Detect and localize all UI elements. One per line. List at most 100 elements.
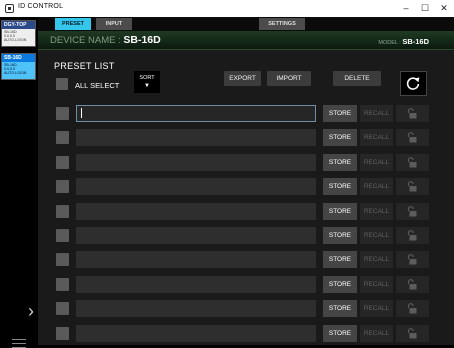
tab-settings[interactable]: SETTINGS [259, 18, 305, 30]
text-caret [81, 108, 82, 119]
model-value: SB-16D [402, 37, 429, 46]
device-card-sb-16d[interactable]: SB-16D SB-16D 0.0.0.0 AUTO-LOGIN [1, 53, 36, 80]
table-row: STORE RECALL [38, 103, 454, 123]
lock-button[interactable] [396, 324, 429, 342]
table-row: STORE RECALL [38, 298, 454, 318]
preset-name-input[interactable] [76, 251, 316, 269]
lock-button[interactable] [396, 105, 429, 122]
lock-icon [407, 205, 417, 217]
row-checkbox[interactable] [56, 180, 69, 194]
preset-name-input[interactable] [76, 202, 316, 220]
page-title: PRESET LIST [54, 61, 115, 71]
all-select-checkbox[interactable] [56, 78, 68, 90]
preset-name-input[interactable] [76, 227, 316, 244]
lock-icon [407, 278, 417, 290]
device-header: DEVICE NAME : SB-16D MODEL : SB-16D [38, 31, 454, 50]
row-checkbox[interactable] [56, 302, 69, 316]
recall-button[interactable]: RECALL [360, 300, 393, 318]
tab-preset[interactable]: PRESET [55, 18, 91, 30]
table-row: STORE RECALL [38, 323, 454, 343]
tab-input[interactable]: INPUT [96, 18, 132, 30]
hamburger-menu-icon[interactable] [12, 339, 26, 348]
lock-button[interactable] [396, 153, 429, 171]
close-button[interactable]: ✕ [435, 0, 453, 17]
lock-button[interactable] [396, 227, 429, 244]
row-checkbox[interactable] [56, 131, 69, 145]
lock-button[interactable] [396, 275, 429, 293]
lock-button[interactable] [396, 178, 429, 196]
preset-name-input[interactable] [76, 300, 316, 318]
row-checkbox[interactable] [56, 229, 69, 242]
sort-arrow-icon: ▼ [144, 83, 150, 89]
recall-button[interactable]: RECALL [360, 251, 393, 269]
table-row: STORE RECALL [38, 274, 454, 294]
preset-name-input[interactable] [76, 324, 316, 342]
lock-icon [407, 108, 417, 119]
row-checkbox[interactable] [56, 326, 69, 340]
device-card-details: SB-16D 0.0.0.0 AUTO-LOGIN [2, 62, 35, 79]
store-button[interactable]: STORE [323, 202, 357, 220]
store-button[interactable]: STORE [323, 251, 357, 269]
store-button[interactable]: STORE [323, 178, 357, 196]
delete-button[interactable]: DELETE [333, 71, 381, 86]
recall-button[interactable]: RECALL [360, 129, 393, 147]
device-sidebar: DGY-TOP SB-16D 0.0.0.0 AUTO-LOGIN SB-16D… [0, 17, 39, 348]
preset-name-input[interactable] [76, 153, 316, 171]
row-checkbox[interactable] [56, 107, 69, 120]
table-row: STORE RECALL [38, 201, 454, 221]
lock-icon [407, 327, 417, 339]
device-card-name: SB-16D [2, 54, 35, 62]
store-button[interactable]: STORE [323, 275, 357, 293]
recall-button[interactable]: RECALL [360, 153, 393, 171]
window-title: ID CONTROL [18, 3, 64, 10]
sort-button[interactable]: SORT ▼ [134, 71, 160, 93]
store-button[interactable]: STORE [323, 300, 357, 318]
lock-button[interactable] [396, 300, 429, 318]
lock-button[interactable] [396, 129, 429, 147]
refresh-button[interactable] [400, 71, 427, 96]
model-display: MODEL : SB-16D [378, 37, 429, 46]
store-button[interactable]: STORE [323, 105, 357, 122]
lock-icon [407, 254, 417, 265]
preset-name-input[interactable] [76, 178, 316, 196]
device-card-mode: AUTO-LOGIN [4, 38, 27, 42]
minimize-button[interactable]: – [397, 0, 415, 17]
preset-name-input[interactable] [76, 105, 316, 122]
preset-name-input[interactable] [76, 275, 316, 293]
lock-button[interactable] [396, 251, 429, 269]
table-row: STORE RECALL [38, 176, 454, 196]
row-checkbox[interactable] [56, 155, 69, 169]
recall-button[interactable]: RECALL [360, 202, 393, 220]
model-label: MODEL : [378, 40, 403, 46]
recall-button[interactable]: RECALL [360, 324, 393, 342]
table-row: STORE RECALL [38, 225, 454, 245]
store-button[interactable]: STORE [323, 227, 357, 244]
store-button[interactable]: STORE [323, 153, 357, 171]
device-card-details: SB-16D 0.0.0.0 AUTO-LOGIN [2, 29, 35, 46]
recall-button[interactable]: RECALL [360, 105, 393, 122]
row-checkbox[interactable] [56, 277, 69, 291]
chevron-right-icon[interactable]: › [28, 302, 34, 320]
row-checkbox[interactable] [56, 204, 69, 218]
lock-icon [407, 181, 417, 192]
device-name-value: SB-16D [123, 34, 161, 46]
lock-icon [407, 230, 417, 241]
import-button[interactable]: IMPORT [267, 71, 311, 86]
preset-name-input[interactable] [76, 129, 316, 147]
window-titlebar: ID CONTROL – ☐ ✕ [0, 0, 454, 17]
device-card-name: DGY-TOP [2, 21, 35, 29]
store-button[interactable]: STORE [323, 129, 357, 147]
all-select-label: ALL SELECT [75, 81, 120, 90]
store-button[interactable]: STORE [323, 324, 357, 342]
lock-icon [407, 156, 417, 168]
device-card-dgy-top[interactable]: DGY-TOP SB-16D 0.0.0.0 AUTO-LOGIN [1, 20, 36, 47]
recall-button[interactable]: RECALL [360, 178, 393, 196]
recall-button[interactable]: RECALL [360, 275, 393, 293]
export-button[interactable]: EXPORT [224, 71, 261, 86]
lock-icon [407, 132, 417, 143]
recall-button[interactable]: RECALL [360, 227, 393, 244]
lock-button[interactable] [396, 202, 429, 220]
refresh-icon [406, 77, 420, 90]
row-checkbox[interactable] [56, 253, 69, 267]
maximize-button[interactable]: ☐ [416, 0, 434, 17]
